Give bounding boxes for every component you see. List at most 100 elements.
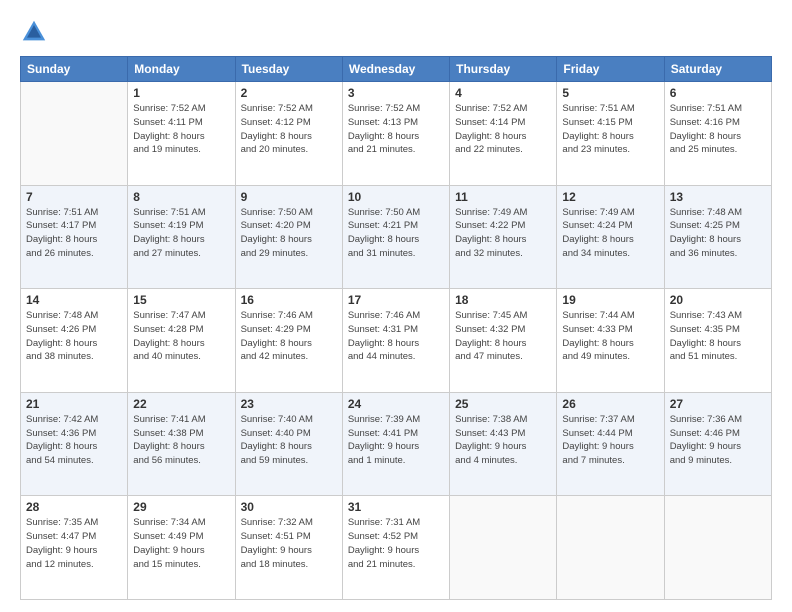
- day-number: 21: [26, 397, 122, 411]
- day-info: Sunrise: 7:38 AM Sunset: 4:43 PM Dayligh…: [455, 413, 551, 468]
- day-number: 26: [562, 397, 658, 411]
- calendar-cell: 5 Sunrise: 7:51 AM Sunset: 4:15 PM Daylig…: [557, 82, 664, 186]
- weekday-header-saturday: Saturday: [664, 57, 771, 82]
- weekday-header-thursday: Thursday: [450, 57, 557, 82]
- day-info: Sunrise: 7:48 AM Sunset: 4:26 PM Dayligh…: [26, 309, 122, 364]
- logo: [20, 18, 52, 46]
- day-info: Sunrise: 7:35 AM Sunset: 4:47 PM Dayligh…: [26, 516, 122, 571]
- day-number: 3: [348, 86, 444, 100]
- calendar-cell: 21 Sunrise: 7:42 AM Sunset: 4:36 PM Dayli…: [21, 392, 128, 496]
- calendar-cell: 3 Sunrise: 7:52 AM Sunset: 4:13 PM Daylig…: [342, 82, 449, 186]
- calendar-cell: [21, 82, 128, 186]
- day-number: 4: [455, 86, 551, 100]
- day-number: 7: [26, 190, 122, 204]
- page: SundayMondayTuesdayWednesdayThursdayFrid…: [0, 0, 792, 612]
- day-info: Sunrise: 7:34 AM Sunset: 4:49 PM Dayligh…: [133, 516, 229, 571]
- calendar-cell: 24 Sunrise: 7:39 AM Sunset: 4:41 PM Dayli…: [342, 392, 449, 496]
- day-info: Sunrise: 7:45 AM Sunset: 4:32 PM Dayligh…: [455, 309, 551, 364]
- day-number: 18: [455, 293, 551, 307]
- day-number: 16: [241, 293, 337, 307]
- day-number: 11: [455, 190, 551, 204]
- day-number: 13: [670, 190, 766, 204]
- day-info: Sunrise: 7:52 AM Sunset: 4:14 PM Dayligh…: [455, 102, 551, 157]
- calendar-cell: 29 Sunrise: 7:34 AM Sunset: 4:49 PM Dayli…: [128, 496, 235, 600]
- calendar-cell: 23Sunrise: 7:40 AM Sunset: 4:40 PM Dayli…: [235, 392, 342, 496]
- day-number: 22: [133, 397, 229, 411]
- day-info: Sunrise: 7:44 AM Sunset: 4:33 PM Dayligh…: [562, 309, 658, 364]
- weekday-header-sunday: Sunday: [21, 57, 128, 82]
- calendar-cell: 16 Sunrise: 7:46 AM Sunset: 4:29 PM Dayli…: [235, 289, 342, 393]
- calendar-cell: 11Sunrise: 7:49 AM Sunset: 4:22 PM Dayli…: [450, 185, 557, 289]
- day-number: 1: [133, 86, 229, 100]
- day-number: 25: [455, 397, 551, 411]
- day-number: 5: [562, 86, 658, 100]
- day-number: 8: [133, 190, 229, 204]
- calendar-cell: 4 Sunrise: 7:52 AM Sunset: 4:14 PM Daylig…: [450, 82, 557, 186]
- day-info: Sunrise: 7:42 AM Sunset: 4:36 PM Dayligh…: [26, 413, 122, 468]
- day-info: Sunrise: 7:46 AM Sunset: 4:31 PM Dayligh…: [348, 309, 444, 364]
- calendar-cell: 14Sunrise: 7:48 AM Sunset: 4:26 PM Dayli…: [21, 289, 128, 393]
- calendar-cell: 31 Sunrise: 7:31 AM Sunset: 4:52 PM Dayli…: [342, 496, 449, 600]
- day-number: 15: [133, 293, 229, 307]
- day-number: 29: [133, 500, 229, 514]
- day-number: 19: [562, 293, 658, 307]
- weekday-header-wednesday: Wednesday: [342, 57, 449, 82]
- day-number: 17: [348, 293, 444, 307]
- day-info: Sunrise: 7:36 AM Sunset: 4:46 PM Dayligh…: [670, 413, 766, 468]
- day-info: Sunrise: 7:49 AM Sunset: 4:24 PM Dayligh…: [562, 206, 658, 261]
- day-info: Sunrise: 7:32 AM Sunset: 4:51 PM Dayligh…: [241, 516, 337, 571]
- calendar-cell: 2Sunrise: 7:52 AM Sunset: 4:12 PM Daylig…: [235, 82, 342, 186]
- day-info: Sunrise: 7:39 AM Sunset: 4:41 PM Dayligh…: [348, 413, 444, 468]
- calendar-cell: [664, 496, 771, 600]
- calendar-cell: 27 Sunrise: 7:36 AM Sunset: 4:46 PM Dayli…: [664, 392, 771, 496]
- calendar-cell: 6 Sunrise: 7:51 AM Sunset: 4:16 PM Daylig…: [664, 82, 771, 186]
- day-number: 23: [241, 397, 337, 411]
- day-number: 10: [348, 190, 444, 204]
- calendar-cell: 20Sunrise: 7:43 AM Sunset: 4:35 PM Dayli…: [664, 289, 771, 393]
- day-info: Sunrise: 7:52 AM Sunset: 4:12 PM Dayligh…: [241, 102, 337, 157]
- day-info: Sunrise: 7:52 AM Sunset: 4:11 PM Dayligh…: [133, 102, 229, 157]
- calendar-cell: [557, 496, 664, 600]
- day-info: Sunrise: 7:47 AM Sunset: 4:28 PM Dayligh…: [133, 309, 229, 364]
- day-number: 31: [348, 500, 444, 514]
- day-info: Sunrise: 7:48 AM Sunset: 4:25 PM Dayligh…: [670, 206, 766, 261]
- calendar-week-row: 7 Sunrise: 7:51 AM Sunset: 4:17 PM Daylig…: [21, 185, 772, 289]
- calendar-cell: 22Sunrise: 7:41 AM Sunset: 4:38 PM Dayli…: [128, 392, 235, 496]
- calendar-cell: [450, 496, 557, 600]
- calendar-cell: 19 Sunrise: 7:44 AM Sunset: 4:33 PM Dayli…: [557, 289, 664, 393]
- day-info: Sunrise: 7:51 AM Sunset: 4:17 PM Dayligh…: [26, 206, 122, 261]
- calendar-cell: 9 Sunrise: 7:50 AM Sunset: 4:20 PM Daylig…: [235, 185, 342, 289]
- day-info: Sunrise: 7:31 AM Sunset: 4:52 PM Dayligh…: [348, 516, 444, 571]
- day-info: Sunrise: 7:51 AM Sunset: 4:16 PM Dayligh…: [670, 102, 766, 157]
- day-number: 20: [670, 293, 766, 307]
- calendar-cell: 18 Sunrise: 7:45 AM Sunset: 4:32 PM Dayli…: [450, 289, 557, 393]
- day-info: Sunrise: 7:51 AM Sunset: 4:15 PM Dayligh…: [562, 102, 658, 157]
- calendar-cell: 26Sunrise: 7:37 AM Sunset: 4:44 PM Dayli…: [557, 392, 664, 496]
- calendar-cell: 15 Sunrise: 7:47 AM Sunset: 4:28 PM Dayli…: [128, 289, 235, 393]
- day-number: 30: [241, 500, 337, 514]
- weekday-header-friday: Friday: [557, 57, 664, 82]
- day-number: 27: [670, 397, 766, 411]
- day-number: 24: [348, 397, 444, 411]
- day-number: 6: [670, 86, 766, 100]
- day-number: 28: [26, 500, 122, 514]
- calendar-cell: 13 Sunrise: 7:48 AM Sunset: 4:25 PM Dayli…: [664, 185, 771, 289]
- calendar-week-row: 28 Sunrise: 7:35 AM Sunset: 4:47 PM Dayli…: [21, 496, 772, 600]
- calendar-week-row: 14Sunrise: 7:48 AM Sunset: 4:26 PM Dayli…: [21, 289, 772, 393]
- day-number: 9: [241, 190, 337, 204]
- calendar-week-row: 1 Sunrise: 7:52 AM Sunset: 4:11 PM Daylig…: [21, 82, 772, 186]
- calendar-week-row: 21 Sunrise: 7:42 AM Sunset: 4:36 PM Dayli…: [21, 392, 772, 496]
- day-info: Sunrise: 7:50 AM Sunset: 4:21 PM Dayligh…: [348, 206, 444, 261]
- logo-icon: [20, 18, 48, 46]
- calendar-cell: 12Sunrise: 7:49 AM Sunset: 4:24 PM Dayli…: [557, 185, 664, 289]
- weekday-header-tuesday: Tuesday: [235, 57, 342, 82]
- header: [20, 18, 772, 46]
- calendar-cell: 8Sunrise: 7:51 AM Sunset: 4:19 PM Daylig…: [128, 185, 235, 289]
- calendar-cell: 7 Sunrise: 7:51 AM Sunset: 4:17 PM Daylig…: [21, 185, 128, 289]
- calendar-cell: 1 Sunrise: 7:52 AM Sunset: 4:11 PM Daylig…: [128, 82, 235, 186]
- weekday-header-row: SundayMondayTuesdayWednesdayThursdayFrid…: [21, 57, 772, 82]
- day-info: Sunrise: 7:46 AM Sunset: 4:29 PM Dayligh…: [241, 309, 337, 364]
- day-info: Sunrise: 7:50 AM Sunset: 4:20 PM Dayligh…: [241, 206, 337, 261]
- calendar-cell: 10 Sunrise: 7:50 AM Sunset: 4:21 PM Dayli…: [342, 185, 449, 289]
- day-info: Sunrise: 7:52 AM Sunset: 4:13 PM Dayligh…: [348, 102, 444, 157]
